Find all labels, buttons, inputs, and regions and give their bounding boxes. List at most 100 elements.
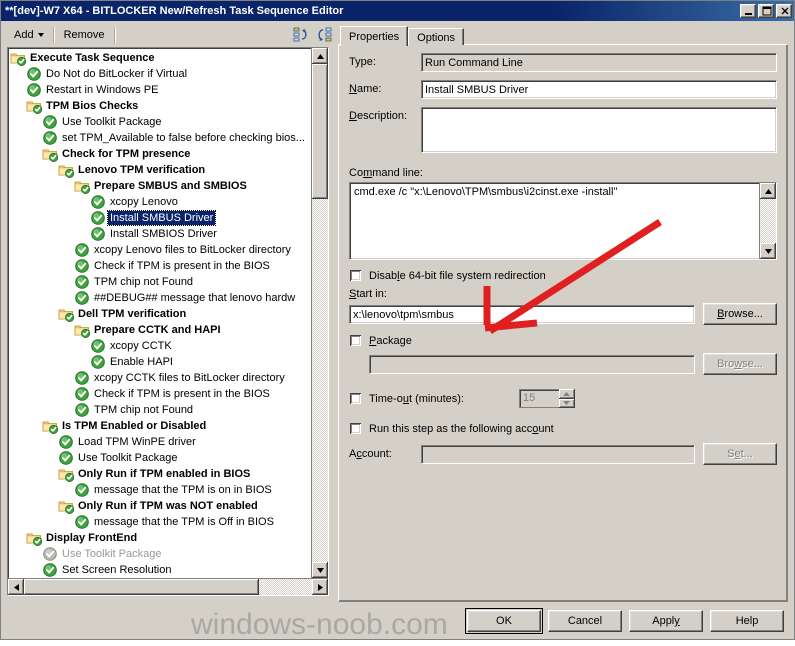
scroll-left-button[interactable]: [8, 579, 24, 595]
close-button[interactable]: [776, 4, 792, 18]
horizontal-scroll-track[interactable]: [24, 579, 312, 595]
timeout-spin-buttons: [558, 389, 575, 408]
tree-item[interactable]: Set Screen Resolution: [10, 562, 311, 578]
tree-item[interactable]: xcopy Lenovo files to BitLocker director…: [10, 242, 311, 258]
tab-options[interactable]: Options: [408, 28, 465, 45]
start-in-browse-button[interactable]: Browse...: [703, 303, 777, 325]
step-check-icon: [26, 82, 42, 98]
add-menu-button[interactable]: Add: [8, 27, 50, 43]
vertical-scroll-thumb[interactable]: [312, 64, 328, 199]
task-sequence-tree-container: Execute Task Sequence Do Not do BitLocker…: [7, 47, 329, 596]
tree-item[interactable]: set TPM_Available to false before checki…: [10, 130, 311, 146]
tree-item[interactable]: Use Toolkit Package: [10, 114, 311, 130]
move-down-icon[interactable]: [313, 26, 335, 44]
tree-item[interactable]: ##DEBUG## message that lenovo hardw: [10, 290, 311, 306]
tree-item[interactable]: Only Run if TPM enabled in BIOS: [10, 466, 311, 482]
package-input: [369, 354, 695, 374]
start-in-input[interactable]: x:\lenovo\tpm\smbus: [349, 304, 695, 324]
apply-button[interactable]: Appl y: [629, 610, 703, 632]
tree-item[interactable]: Do Not do BitLocker if Virtual: [10, 66, 311, 82]
command-scroll-up-button[interactable]: [760, 183, 776, 199]
tree-item[interactable]: Check if TPM is present in the BIOS: [10, 386, 311, 402]
step-check-icon: [90, 194, 106, 210]
scroll-right-button[interactable]: [312, 579, 328, 595]
tree-item[interactable]: TPM chip not Found: [10, 274, 311, 290]
tree-item[interactable]: Is TPM Enabled or Disabled: [10, 418, 311, 434]
tree-item[interactable]: Lenovo TPM verification: [10, 162, 311, 178]
tree-item-label: Restart in Windows PE: [46, 84, 159, 96]
tree-vertical-scrollbar[interactable]: [311, 48, 328, 578]
tree-item-label: Only Run if TPM was NOT enabled: [78, 500, 258, 512]
command-line-scrollbar[interactable]: [759, 183, 776, 259]
tree-item[interactable]: Use Toolkit Package: [10, 450, 311, 466]
move-up-icon[interactable]: [291, 26, 313, 44]
tree-item[interactable]: Restart in Windows PE: [10, 82, 311, 98]
toolbar-separator-1: [52, 27, 55, 43]
step-check-icon: [90, 210, 106, 226]
run-as-row[interactable]: Run this step as the following account: [349, 422, 777, 435]
tree-item[interactable]: message that the TPM is on in BIOS: [10, 482, 311, 498]
step-check-icon: [74, 242, 90, 258]
cancel-button[interactable]: Cancel: [548, 610, 622, 632]
command-scroll-down-button[interactable]: [760, 243, 776, 259]
tree-item[interactable]: message that the TPM is Off in BIOS: [10, 514, 311, 530]
disable-redirection-checkbox[interactable]: [349, 269, 362, 282]
toolbar-separator-2: [113, 27, 116, 43]
tree-item[interactable]: xcopy Lenovo: [10, 194, 311, 210]
ok-button[interactable]: OK: [465, 608, 543, 634]
window-controls: [740, 4, 792, 18]
tab-properties[interactable]: Properties: [340, 26, 409, 46]
vertical-scroll-track[interactable]: [312, 64, 328, 562]
tree-item[interactable]: xcopy CCTK files to BitLocker directory: [10, 370, 311, 386]
tree-item-label: Load TPM WinPE driver: [78, 436, 196, 448]
timeout-checkbox[interactable]: [349, 392, 362, 405]
command-scroll-track[interactable]: [760, 199, 776, 243]
timeout-row[interactable]: Time-out (minutes): 15: [349, 389, 777, 408]
tree-item[interactable]: Dell TPM verification: [10, 306, 311, 322]
folder-icon: [26, 98, 43, 114]
type-label: Type:: [349, 56, 376, 68]
maximize-button[interactable]: [758, 4, 774, 18]
tree-item[interactable]: Install SMBUS Driver: [10, 210, 311, 226]
package-checkbox[interactable]: [349, 334, 362, 347]
folder-icon: [42, 418, 59, 434]
scroll-up-button[interactable]: [312, 48, 328, 64]
package-row[interactable]: Package: [349, 334, 777, 347]
tree-item[interactable]: Execute Task Sequence: [10, 50, 311, 66]
tree-item[interactable]: Check for TPM presence: [10, 146, 311, 162]
help-button[interactable]: Help: [710, 610, 784, 632]
horizontal-scroll-thumb[interactable]: [24, 579, 259, 595]
disable-redirection-row[interactable]: Disable 64-bit file system redirection: [349, 269, 777, 282]
title-bar[interactable]: **[dev]-W7 X64 - BITLOCKER New/Refresh T…: [1, 1, 794, 21]
folder-icon: [26, 530, 43, 546]
tree-item[interactable]: TPM Bios Checks: [10, 98, 311, 114]
minimize-button[interactable]: [740, 4, 756, 18]
name-input[interactable]: Install SMBUS Driver: [421, 80, 777, 99]
tree-item[interactable]: Install SMBIOS Driver: [10, 226, 311, 242]
tree-item[interactable]: Enable HAPI: [10, 354, 311, 370]
task-sequence-pane: Add Remove Execute Task Sequence Do Not …: [1, 21, 335, 602]
tree-item-label: xcopy CCTK files to BitLocker directory: [94, 372, 285, 384]
tree-toolbar: Add Remove: [7, 24, 335, 46]
scroll-down-button[interactable]: [312, 562, 328, 578]
tree-item[interactable]: Prepare CCTK and HAPI: [10, 322, 311, 338]
description-input[interactable]: [421, 107, 777, 153]
tree-item[interactable]: Use Toolkit Package: [10, 546, 311, 562]
remove-button[interactable]: Remove: [58, 27, 111, 43]
tree-item[interactable]: xcopy CCTK: [10, 338, 311, 354]
package-label: Package: [369, 334, 412, 347]
tree-item[interactable]: Only Run if TPM was NOT enabled: [10, 498, 311, 514]
tree-item[interactable]: Check if TPM is present in the BIOS: [10, 258, 311, 274]
tree-item-label: Use Toolkit Package: [78, 452, 178, 464]
tree-item[interactable]: Load TPM WinPE driver: [10, 434, 311, 450]
command-line-input[interactable]: cmd.exe /c "x:\Lenovo\TPM\smbus\i2cinst.…: [350, 183, 759, 259]
tree-item[interactable]: Prepare SMBUS and SMBIOS: [10, 178, 311, 194]
tree-item[interactable]: TPM chip not Found: [10, 402, 311, 418]
run-as-checkbox[interactable]: [349, 422, 362, 435]
chevron-down-icon: [37, 33, 44, 37]
task-sequence-tree[interactable]: Execute Task Sequence Do Not do BitLocker…: [8, 48, 311, 578]
step-check-icon: [74, 386, 90, 402]
tree-item[interactable]: Display FrontEnd: [10, 530, 311, 546]
tree-item-label: Only Run if TPM enabled in BIOS: [78, 468, 251, 480]
tree-horizontal-scrollbar[interactable]: [8, 578, 328, 595]
